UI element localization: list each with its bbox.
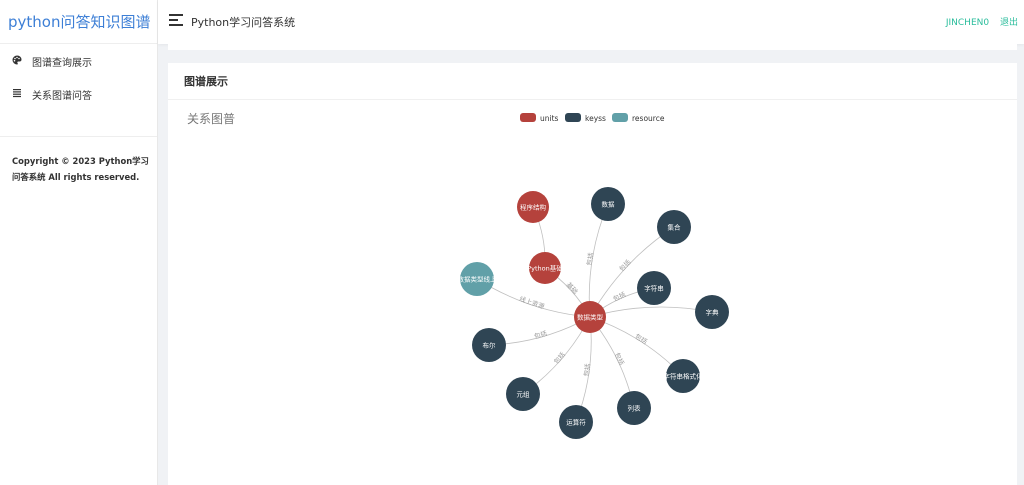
legend-label: units <box>540 114 559 123</box>
edge-label: 包括 <box>617 257 633 273</box>
header-user-area: JINCHEN0 退出 <box>938 15 1018 28</box>
node-label: 数据类型 <box>577 313 604 322</box>
sidebar-item-graph-qa[interactable]: 关系图谱问答 <box>0 78 157 111</box>
graph-node[interactable]: 列表 <box>617 391 651 425</box>
logout-link[interactable]: 退出 <box>1000 18 1018 28</box>
legend-label: resource <box>632 114 665 123</box>
graph-node[interactable]: 数据类型线上 <box>458 262 498 296</box>
graph-node[interactable]: 数据类型 <box>574 301 606 333</box>
username-link[interactable]: JINCHEN0 <box>946 18 989 28</box>
node-label: 字符串 <box>644 284 664 293</box>
legend-item-units[interactable]: units <box>520 113 559 123</box>
graph-node[interactable]: 集合 <box>657 210 691 244</box>
palette-icon <box>12 55 32 68</box>
node-label: 元组 <box>517 390 531 399</box>
legend-item-resource[interactable]: resource <box>612 113 665 123</box>
edge-label: 包括 <box>633 332 649 347</box>
node-label: 字典 <box>706 308 720 317</box>
chart-title: 关系图普 <box>187 112 235 126</box>
node-label: 数据类型线上 <box>458 275 498 284</box>
node-label: 字符串格式化 <box>664 372 704 381</box>
sidebar-nav: 图谱查询展示 关系图谱问答 <box>0 44 157 111</box>
sidebar-item-graph-query[interactable]: 图谱查询展示 <box>0 45 157 78</box>
sidebar: python问答知识图谱 图谱查询展示 关系图谱问答 Copyright © 2… <box>0 0 158 485</box>
sidebar-item-label: 图谱查询展示 <box>32 58 92 69</box>
graph-nodes[interactable]: 数据类型 Python基础 程序结构 数据集合字符串字典字符串格式化列表运算符 元组 布尔… <box>458 187 730 439</box>
card-title: 图谱展示 <box>168 63 1017 100</box>
graph-edge <box>589 306 713 318</box>
node-label: 布尔 <box>483 341 497 350</box>
node-label: 列表 <box>628 404 642 413</box>
edge-label: 基础 <box>565 280 581 296</box>
edge-label: 包括 <box>582 362 593 377</box>
top-panel-strip <box>168 44 1017 50</box>
edge-label: 包括 <box>584 251 595 266</box>
graph-node[interactable]: 程序结构 <box>517 191 549 223</box>
node-label: 数据 <box>602 200 616 209</box>
graph-node[interactable]: Python基础 <box>527 252 563 284</box>
legend-swatch <box>565 113 581 122</box>
legend-item-keyss[interactable]: keyss <box>565 113 606 123</box>
graph-node[interactable]: 数据 <box>591 187 625 221</box>
edge-label: 包括 <box>533 328 548 340</box>
node-label: 集合 <box>668 223 682 232</box>
page-title: Python学习问答系统 <box>191 16 296 29</box>
sidebar-item-label: 关系图谱问答 <box>32 91 92 102</box>
legend-swatch <box>520 113 536 122</box>
graph-node[interactable]: 字典 <box>695 295 729 329</box>
edge-label: 包括 <box>552 350 568 366</box>
node-label: Python基础 <box>527 264 563 273</box>
list-icon <box>12 88 32 101</box>
legend-label: keyss <box>585 114 606 123</box>
app-logo[interactable]: python问答知识图谱 <box>0 0 157 44</box>
legend-swatch <box>612 113 628 122</box>
edge-label: 包括 <box>613 351 627 367</box>
graph-node[interactable]: 布尔 <box>472 328 506 362</box>
knowledge-graph-chart[interactable]: 关系图普 units keyss resource 基础包括 包括包括包括包括包括包括… <box>168 100 1017 485</box>
menu-toggle-icon[interactable] <box>169 14 183 26</box>
graph-node[interactable]: 字符串格式化 <box>664 359 704 393</box>
chart-legend[interactable]: units keyss resource <box>520 113 665 123</box>
node-label: 运算符 <box>566 418 586 427</box>
graph-card: 图谱展示 关系图普 units keyss resource 基础 包括 包括 包括 包括包… <box>168 63 1017 485</box>
graph-node[interactable]: 元组 <box>506 377 540 411</box>
node-label: 程序结构 <box>520 203 547 212</box>
copyright-text: Copyright © 2023 Python学习问答系统 All rights… <box>0 136 157 185</box>
graph-node[interactable]: 字符串 <box>637 271 671 305</box>
edge-label: 包括 <box>611 289 627 303</box>
graph-edge <box>589 226 675 318</box>
edge-label: 线上资源 <box>518 294 546 311</box>
graph-node[interactable]: 运算符 <box>559 405 593 439</box>
top-header: Python学习问答系统 JINCHEN0 退出 <box>158 0 1024 44</box>
